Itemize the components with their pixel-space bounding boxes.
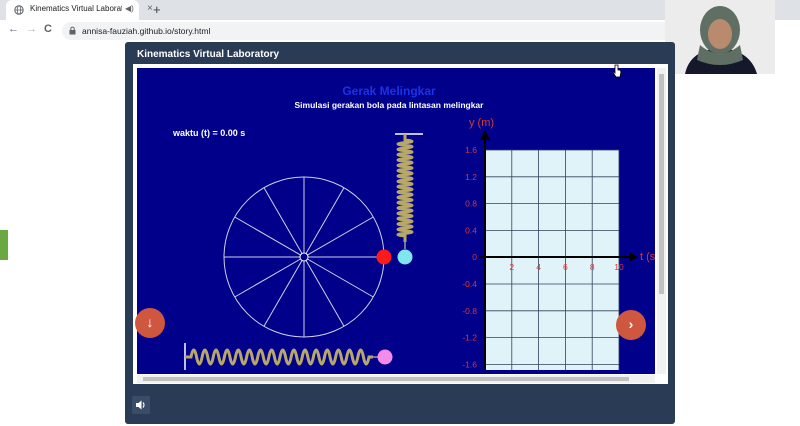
horizontal-scroll-thumb[interactable] <box>143 377 629 381</box>
y-tick-label: -1.6 <box>462 359 477 369</box>
t-axis-label: t (s <box>640 251 656 263</box>
simulation-frame: Gerak Melingkar Simulasi gerakan bola pa… <box>133 64 668 384</box>
chevron-right-icon: › <box>628 316 634 332</box>
y-axis-label: y (m) <box>469 117 494 129</box>
next-button[interactable]: › <box>616 310 646 340</box>
y-tick-label: 1.2 <box>465 172 477 182</box>
tab-audio-icon[interactable]: ◀) <box>125 4 134 13</box>
new-tab-button[interactable]: + <box>153 2 161 17</box>
time-label: waktu (t) = 0.00 s <box>172 128 245 138</box>
t-tick-label: 6 <box>563 262 568 272</box>
simulation-canvas[interactable]: Gerak Melingkar Simulasi gerakan bola pa… <box>133 64 668 384</box>
t-tick-label: 10 <box>614 262 624 272</box>
y-tick-label: -0.8 <box>462 306 477 316</box>
sound-button[interactable] <box>132 396 150 414</box>
background-page-strip <box>0 230 8 260</box>
vertical-spring <box>396 134 414 242</box>
address-bar[interactable]: annisa-fauziah.github.io/story.html <box>62 22 682 40</box>
reload-button[interactable]: C <box>44 23 52 35</box>
back-button[interactable]: ← <box>8 23 19 35</box>
lock-icon <box>69 26 76 35</box>
t-tick-label: 2 <box>509 262 514 272</box>
modal-title: Kinematics Virtual Laboratory <box>137 49 280 60</box>
simulation-subtitle: Simulasi gerakan bola pada lintasan meli… <box>295 100 485 110</box>
y-tick-label: 1.6 <box>465 145 477 155</box>
forward-button[interactable]: → <box>26 23 37 35</box>
mouse-cursor-icon <box>612 64 622 78</box>
y-tick-label: -0.4 <box>462 279 477 289</box>
browser-window: Kinematics Virtual Laborator ◀) × + ← → … <box>0 0 800 426</box>
presenter-image <box>665 0 775 74</box>
webcam-overlay <box>665 0 775 74</box>
t-tick-label: 8 <box>590 262 595 272</box>
y-tick-label: 0 <box>472 252 477 262</box>
y-tick-label: 0.4 <box>465 225 477 235</box>
t-tick-label: 4 <box>536 262 541 272</box>
url-text: annisa-fauziah.github.io/story.html <box>82 26 211 36</box>
browser-tab[interactable]: Kinematics Virtual Laborator ◀) <box>6 0 139 20</box>
y-tick-label: 0.8 <box>465 199 477 209</box>
arrow-down-icon: ↓ <box>146 314 154 330</box>
pink-ball <box>377 349 393 365</box>
tab-title: Kinematics Virtual Laborator <box>30 4 122 13</box>
red-ball <box>376 249 392 265</box>
globe-icon <box>14 5 24 15</box>
y-tick-label: -1.2 <box>462 333 477 343</box>
scroll-down-button[interactable]: ↓ <box>135 308 165 338</box>
lab-modal: Kinematics Virtual Laboratory Gerak Meli… <box>125 42 675 424</box>
speaker-icon <box>136 400 145 410</box>
cyan-ball <box>397 249 413 265</box>
graph-grid-bg <box>485 150 619 370</box>
vertical-scroll-thumb[interactable] <box>659 74 664 294</box>
tab-close-icon[interactable]: × <box>147 3 153 14</box>
simulation-heading: Gerak Melingkar <box>342 84 436 98</box>
wheel-center <box>299 252 309 262</box>
